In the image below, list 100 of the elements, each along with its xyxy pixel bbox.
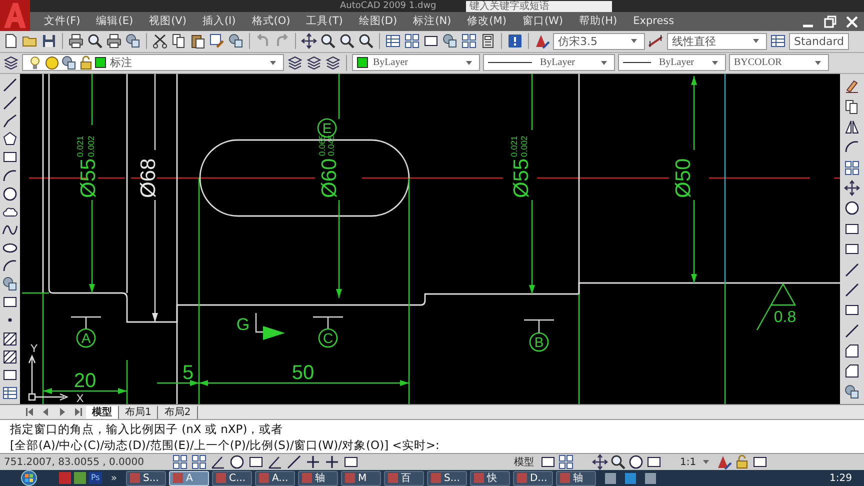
- shapes-icon[interactable]: [61, 54, 77, 71]
- polygon-icon[interactable]: [2, 131, 18, 148]
- menu-item[interactable]: 工具(T): [298, 12, 351, 31]
- line-icon[interactable]: [2, 77, 18, 94]
- table-icon[interactable]: [2, 384, 18, 401]
- grid-icon[interactable]: [172, 454, 188, 470]
- circle-icon[interactable]: [844, 200, 860, 216]
- linetype-dropdown[interactable]: ByLayer: [483, 54, 615, 72]
- rectangle-icon[interactable]: [646, 454, 662, 470]
- zoom-icon[interactable]: [339, 33, 355, 50]
- triangle-icon[interactable]: [716, 454, 732, 470]
- grid-icon[interactable]: [404, 33, 420, 50]
- table-icon[interactable]: [770, 33, 786, 50]
- circle-icon[interactable]: [229, 454, 245, 470]
- menu-item[interactable]: 编辑(E): [88, 12, 142, 31]
- line-icon[interactable]: [2, 95, 18, 112]
- cut-icon[interactable]: [152, 33, 168, 50]
- tray-icon[interactable]: [644, 472, 656, 484]
- lineweight-dropdown[interactable]: ByLayer: [618, 54, 726, 72]
- move-icon[interactable]: [844, 180, 860, 196]
- help-icon[interactable]: [507, 33, 523, 50]
- menu-item[interactable]: 窗口(W): [514, 12, 572, 31]
- lock-icon[interactable]: [734, 454, 750, 470]
- rectangle-icon[interactable]: [343, 454, 359, 470]
- menu-item[interactable]: 视图(V): [141, 12, 194, 31]
- polyline-icon[interactable]: [2, 113, 18, 130]
- layout-tab[interactable]: 模型: [86, 406, 119, 418]
- taskbar-item[interactable]: 百: [384, 470, 424, 486]
- tray-icon[interactable]: [624, 472, 636, 484]
- taskbar-item[interactable]: D...: [512, 470, 553, 486]
- grid-icon[interactable]: [191, 454, 207, 470]
- grid-icon[interactable]: [558, 454, 574, 470]
- paintbrush-icon[interactable]: [209, 33, 225, 50]
- taskbar-item[interactable]: A...: [254, 470, 295, 486]
- shapes-icon[interactable]: [228, 33, 244, 50]
- save-icon[interactable]: [41, 33, 57, 50]
- taskbar-item[interactable]: C...: [212, 470, 252, 486]
- text-style-dropdown[interactable]: 仿宋3.5: [553, 32, 645, 50]
- plus-icon[interactable]: [324, 454, 340, 470]
- restore-icon[interactable]: [822, 14, 838, 30]
- taskbar-item[interactable]: A: [168, 470, 209, 486]
- chamfer-icon[interactable]: [844, 343, 860, 360]
- layer-dropdown[interactable]: 标注: [22, 54, 284, 72]
- copy-icon[interactable]: [844, 98, 860, 115]
- printer-icon[interactable]: [106, 33, 122, 50]
- shapes-icon[interactable]: [2, 276, 18, 292]
- grid-icon[interactable]: [844, 160, 860, 176]
- pan-icon[interactable]: [592, 454, 608, 470]
- line-icon[interactable]: [844, 322, 860, 339]
- angle-icon[interactable]: [210, 454, 226, 470]
- paste-icon[interactable]: [190, 33, 206, 50]
- zoom-icon[interactable]: [358, 33, 374, 50]
- menu-item[interactable]: 绘图(D): [350, 12, 406, 31]
- eraser-icon[interactable]: [844, 78, 860, 94]
- start-button[interactable]: [18, 470, 40, 486]
- layers-icon[interactable]: [325, 54, 341, 71]
- shapes-icon[interactable]: [844, 384, 860, 400]
- menu-item[interactable]: 格式(O): [244, 12, 298, 31]
- print-preview-icon[interactable]: [87, 33, 103, 50]
- menu-item[interactable]: 文件(F): [36, 12, 88, 31]
- dimension-style-dropdown[interactable]: 线性直径: [667, 32, 767, 50]
- grid-icon[interactable]: [461, 33, 477, 50]
- calculator-icon[interactable]: [480, 33, 496, 50]
- copy-icon[interactable]: [171, 33, 187, 50]
- close-icon[interactable]: [844, 14, 860, 30]
- lock-icon[interactable]: [78, 54, 94, 71]
- dimension-icon[interactable]: [648, 33, 664, 50]
- color-dropdown[interactable]: ByLayer: [352, 54, 480, 72]
- layers-icon[interactable]: [3, 54, 19, 71]
- mirror-icon[interactable]: [844, 118, 860, 135]
- circle-icon[interactable]: [2, 186, 18, 202]
- shapes-icon[interactable]: [442, 33, 458, 50]
- chamfer-icon[interactable]: [844, 363, 860, 380]
- new-file-icon[interactable]: [3, 33, 19, 50]
- app-shortcut[interactable]: Ps: [89, 472, 102, 484]
- menu-item[interactable]: 帮助(H): [571, 12, 626, 31]
- shapes-icon[interactable]: [125, 33, 141, 50]
- menu-item[interactable]: 插入(I): [194, 12, 244, 31]
- angle-icon[interactable]: [267, 454, 283, 470]
- printer-icon[interactable]: [68, 33, 84, 50]
- taskbar-item[interactable]: 轴: [556, 470, 596, 486]
- line-icon[interactable]: [844, 262, 860, 278]
- taskbar-item[interactable]: M: [340, 470, 381, 486]
- menu-item[interactable]: 修改(M): [459, 12, 514, 31]
- menu-item[interactable]: Express: [625, 12, 682, 31]
- model-space-button[interactable]: 模型: [514, 455, 534, 469]
- rectangle-icon[interactable]: [752, 454, 768, 470]
- menu-item[interactable]: 标注(N): [405, 12, 460, 31]
- table-icon[interactable]: [385, 33, 401, 50]
- taskbar-item[interactable]: S...: [426, 470, 467, 486]
- line-icon[interactable]: [844, 282, 860, 298]
- more-button[interactable]: »: [110, 472, 117, 484]
- layers-icon[interactable]: [306, 54, 322, 71]
- sun-icon[interactable]: [44, 54, 60, 71]
- taskbar-item[interactable]: S...: [126, 470, 166, 486]
- triangle-brush-icon[interactable]: [534, 33, 550, 50]
- tray-icon[interactable]: [604, 472, 616, 484]
- zoom-icon[interactable]: [610, 454, 626, 470]
- arc-icon[interactable]: [2, 168, 18, 184]
- rectangle-icon[interactable]: [248, 454, 264, 470]
